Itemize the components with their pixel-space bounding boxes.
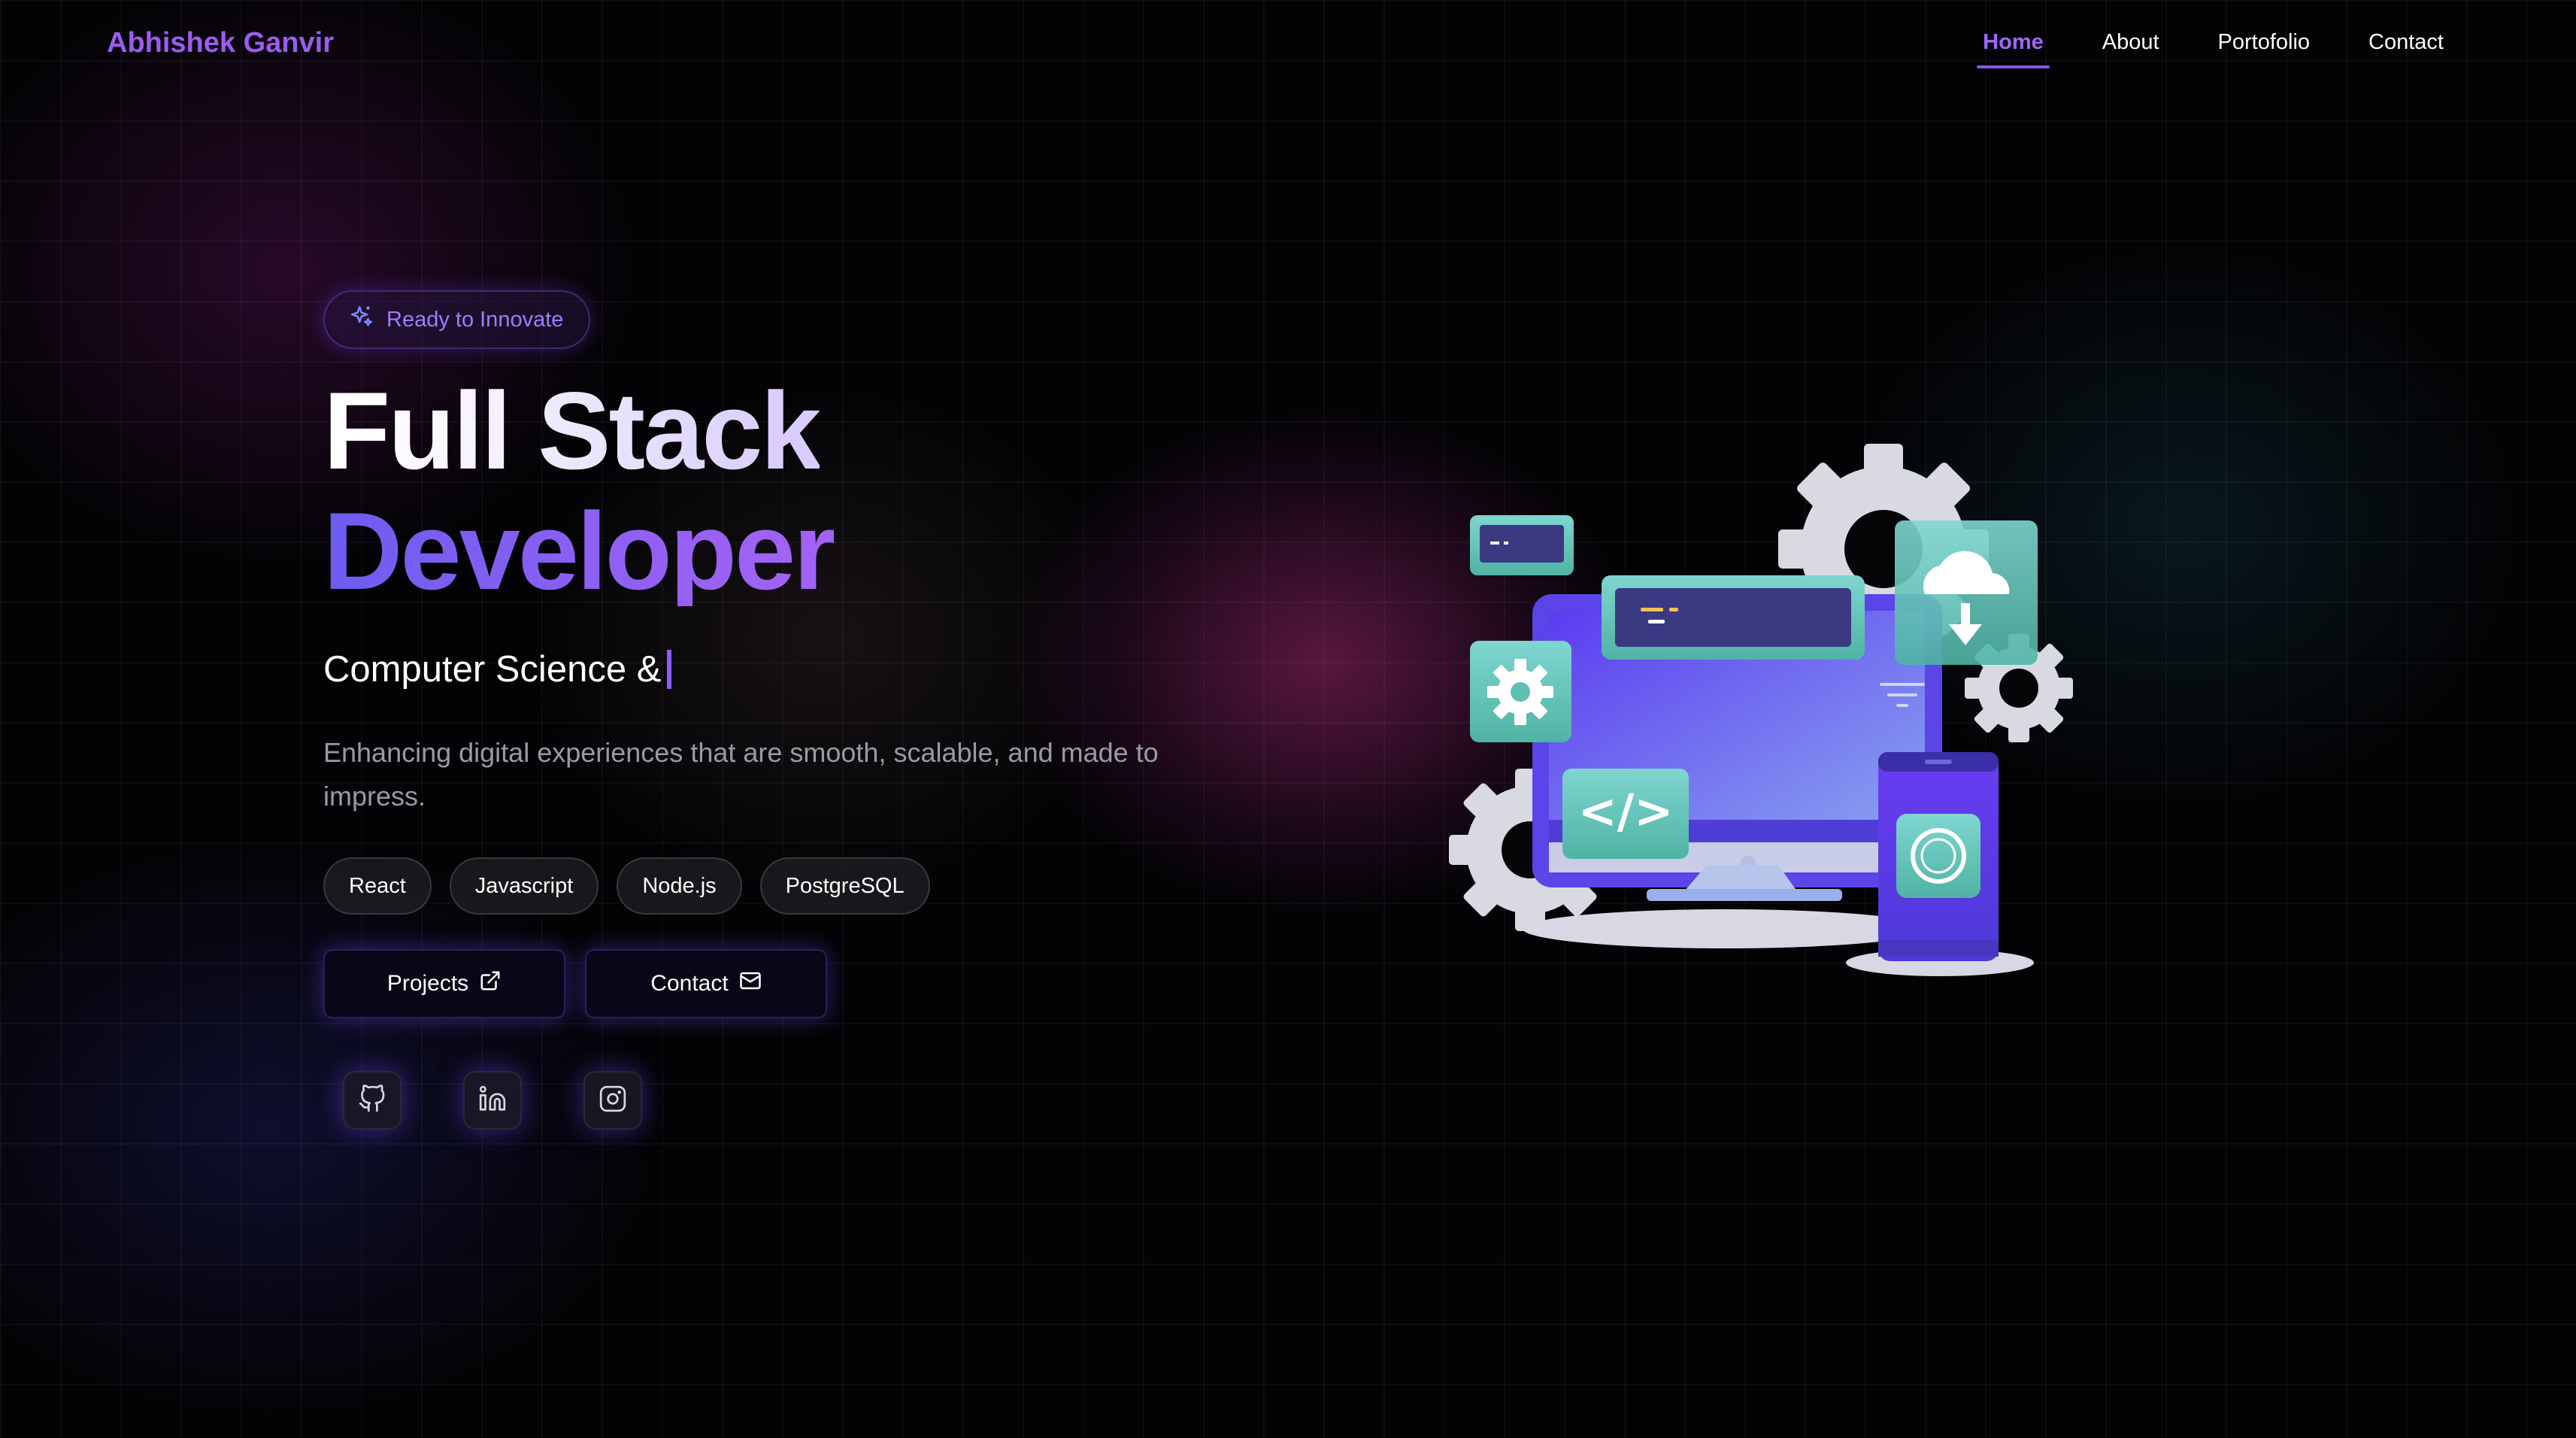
social-links: [343, 1071, 642, 1130]
ready-badge: Ready to Innovate: [323, 290, 591, 349]
tag-react: React: [323, 857, 432, 915]
nav-home[interactable]: Home: [1977, 30, 2050, 68]
background-glow: [0, 0, 2576, 1438]
brand-logo[interactable]: Abhishek Ganvir: [107, 27, 334, 59]
subtitle-text: Computer Science &: [323, 649, 662, 690]
cta-buttons: Projects Contact: [323, 949, 827, 1018]
nav-portfolio[interactable]: Portofolio: [2218, 30, 2311, 68]
svg-text:</>: </>: [1578, 784, 1674, 839]
developer-illustration: </>: [1449, 444, 2073, 976]
nav-contact[interactable]: Contact: [2368, 30, 2444, 68]
instagram-link[interactable]: [583, 1071, 642, 1130]
sparkles-icon: [349, 304, 374, 335]
github-icon: [358, 1084, 386, 1117]
tag-nodejs: Node.js: [617, 857, 742, 915]
hero-subtitle: Computer Science &: [323, 648, 672, 690]
hero-description: Enhancing digital experiences that are s…: [323, 737, 1159, 812]
tag-postgresql: PostgreSQL: [759, 857, 930, 915]
main-nav: Home About Portofolio Contact: [1977, 30, 2444, 68]
contact-button-label: Contact: [650, 971, 729, 996]
instagram-icon: [599, 1085, 627, 1117]
github-link[interactable]: [343, 1071, 402, 1130]
hero-title-line1: Full Stack: [323, 369, 822, 492]
background-grid: [0, 0, 2576, 1438]
contact-button[interactable]: Contact: [585, 949, 827, 1018]
projects-button[interactable]: Projects: [323, 949, 565, 1018]
linkedin-icon: [478, 1085, 507, 1117]
linkedin-link[interactable]: [463, 1071, 522, 1130]
badge-label: Ready to Innovate: [386, 307, 564, 332]
typing-caret: [667, 650, 672, 689]
mail-icon: [739, 969, 762, 998]
hero-title-line2: Developer: [323, 490, 836, 612]
tech-tags: React Javascript Node.js PostgreSQL: [323, 857, 930, 915]
external-link-icon: [479, 969, 502, 998]
projects-button-label: Projects: [386, 971, 469, 996]
tag-javascript: Javascript: [449, 857, 599, 915]
nav-about[interactable]: About: [2102, 30, 2159, 68]
